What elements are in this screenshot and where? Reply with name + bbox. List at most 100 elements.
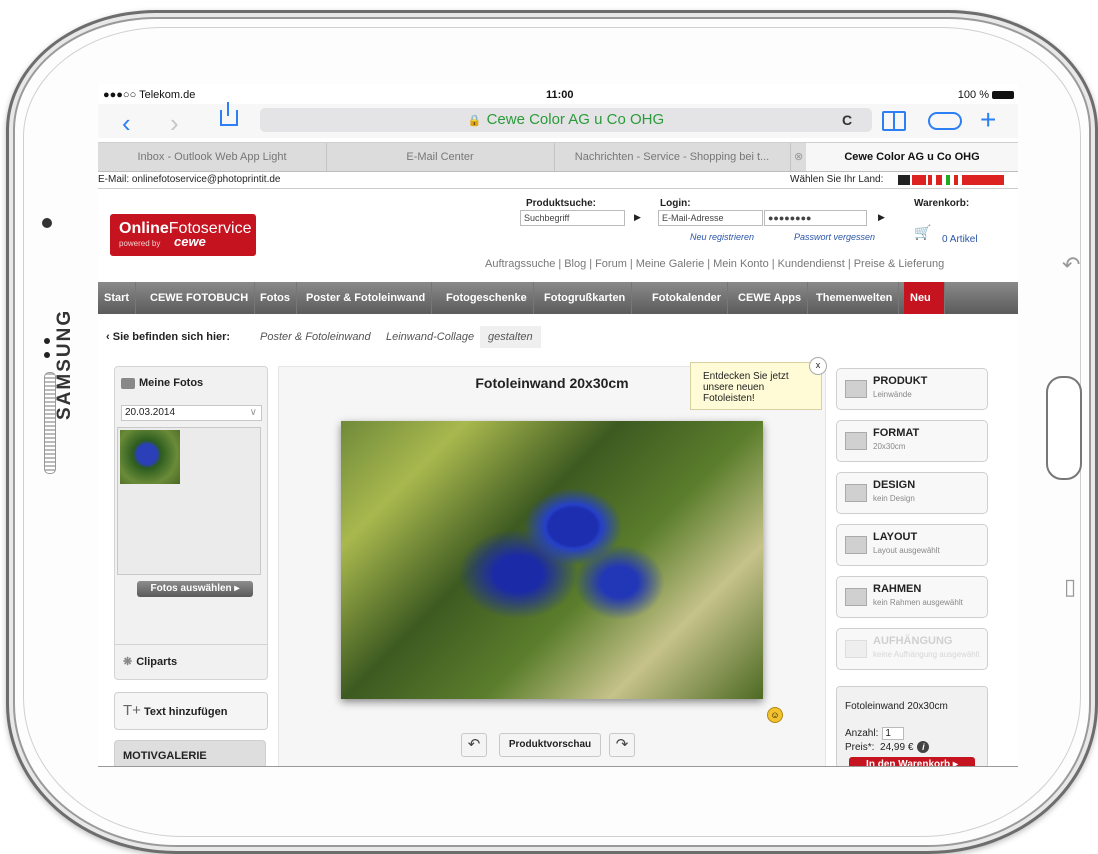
text-icon: T+ (123, 702, 141, 719)
top-line: E-Mail: onlinefotoservice@photoprintit.d… (98, 174, 1018, 189)
login-go-icon[interactable]: ▶ (878, 212, 885, 223)
close-icon[interactable]: x (809, 357, 827, 375)
option-aufhaengung: AUFHÄNGUNG keine Aufhängung ausgewählt (836, 628, 988, 670)
photo-thumbnails (117, 427, 261, 575)
quantity-field[interactable]: 1 (882, 727, 905, 740)
option-produkt[interactable]: PRODUKT Leinwände (836, 368, 988, 410)
link-kundendienst[interactable]: Kundendienst (778, 258, 845, 270)
search-input[interactable]: Suchbegriff (520, 210, 625, 226)
my-photos-header[interactable]: Meine Fotos (121, 377, 203, 389)
logo-powered: powered by (119, 239, 161, 248)
qty-label-text: Anzahl: (845, 728, 879, 739)
new-tab-icon[interactable]: + (980, 104, 996, 136)
quantity-row: Anzahl: 1 (845, 727, 905, 740)
option-title: RAHMEN (873, 583, 922, 595)
sensor (44, 338, 50, 344)
nav-apps[interactable]: CEWE Apps (732, 282, 809, 314)
tab-cewe[interactable]: Cewe Color AG u Co OHG (806, 143, 1018, 171)
logo-online: Online (119, 220, 169, 237)
my-photos-label: Meine Fotos (139, 377, 204, 389)
breadcrumb-gestalten: gestalten (480, 326, 541, 348)
motif-gallery[interactable]: MOTIVGALERIE (114, 740, 266, 766)
back-key-icon[interactable]: ↶ (1062, 252, 1080, 278)
layout-icon (845, 536, 867, 554)
option-sub: kein Design (873, 494, 915, 503)
option-sub: kein Rahmen ausgewählt (873, 598, 963, 607)
tab-outlook[interactable]: Inbox - Outlook Web App Light (98, 143, 327, 171)
nav-geschenke[interactable]: Fotogeschenke (440, 282, 534, 314)
site-logo[interactable]: OnlineFotoservice powered by cewe (110, 214, 256, 256)
price-label: Preis*: (845, 742, 875, 753)
nav-start[interactable]: Start (98, 282, 137, 314)
email-line[interactable]: E-Mail: onlinefotoservice@photoprintit.d… (98, 174, 280, 185)
link-galerie[interactable]: Meine Galerie (636, 258, 704, 270)
battery-percent: 100 % (957, 89, 989, 101)
undo-icon[interactable]: ↶ (461, 733, 487, 757)
link-auftragssuche[interactable]: Auftragssuche (485, 258, 555, 270)
email-field[interactable]: E-Mail-Adresse (658, 210, 763, 226)
option-format[interactable]: FORMAT 20x30cm (836, 420, 988, 462)
menu-key-icon[interactable]: ▯ (1064, 574, 1076, 600)
tab-email-center[interactable]: E-Mail Center (326, 143, 555, 171)
country-flags[interactable] (898, 175, 1004, 185)
nav-grusskarten[interactable]: Fotogrußkarten (538, 282, 633, 314)
carrier: ●●●○○ Telekom.de (103, 89, 196, 101)
nav-kalender[interactable]: Fotokalender (646, 282, 729, 314)
home-button[interactable] (1046, 376, 1082, 480)
link-konto[interactable]: Mein Konto (713, 258, 769, 270)
logo-cewe: cewe (174, 234, 206, 249)
search-go-icon[interactable]: ▶ (634, 212, 641, 223)
login-label: Login: (660, 198, 691, 209)
select-photos-button[interactable]: Fotos auswählen ▸ (137, 581, 253, 597)
link-forum[interactable]: Forum (595, 258, 627, 270)
register-link[interactable]: Neu registrieren (690, 232, 754, 242)
cart-icon[interactable]: 🛒 (914, 224, 931, 241)
cart-count[interactable]: 0 Artikel (942, 234, 978, 245)
reload-icon[interactable]: C (842, 112, 852, 128)
preview-button[interactable]: Produktvorschau (499, 733, 601, 757)
battery-icon (992, 91, 1014, 100)
breadcrumb-collage[interactable]: Leinwand-Collage (386, 326, 474, 348)
link-blog[interactable]: Blog (564, 258, 586, 270)
add-text-button[interactable]: T+ Text hinzufügen (114, 692, 268, 730)
option-title: PRODUKT (873, 375, 928, 387)
photo-thumbnail[interactable] (120, 430, 180, 484)
nav-fotos[interactable]: Fotos (254, 282, 297, 314)
nav-neu[interactable]: Neu (904, 282, 945, 314)
screen: ●●●○○ Telekom.de 11:00 100 % ‹ › 🔒 Cewe C… (98, 84, 1018, 767)
bookmarks-icon[interactable] (882, 111, 906, 131)
address-text: Cewe Color AG u Co OHG (486, 111, 665, 128)
order-box: Fotoleinwand 20x30cm Anzahl: 1 Preis*: 24… (836, 686, 988, 767)
info-icon[interactable]: i (917, 741, 930, 753)
redo-icon[interactable]: ↷ (609, 733, 635, 757)
status-bar: ●●●○○ Telekom.de 11:00 100 % (98, 84, 1018, 104)
cloud-icon[interactable] (928, 112, 962, 130)
link-preise[interactable]: Preise & Lieferung (854, 258, 945, 270)
nav-fotobuch[interactable]: CEWE FOTOBUCH (144, 282, 256, 314)
date-select[interactable]: 20.03.2014 ∨ (121, 405, 262, 421)
option-rahmen[interactable]: RAHMEN kein Rahmen ausgewählt (836, 576, 988, 618)
smiley-icon[interactable]: ☺ (767, 707, 783, 723)
canvas-photo[interactable] (341, 421, 763, 699)
add-text-label: Text hinzufügen (143, 706, 228, 718)
address-bar[interactable]: 🔒 Cewe Color AG u Co OHG (260, 108, 872, 132)
forward-icon[interactable]: › (170, 108, 179, 139)
nav-poster[interactable]: Poster & Fotoleinwand (300, 282, 433, 314)
option-design[interactable]: DESIGN kein Design (836, 472, 988, 514)
battery: 100 % (958, 89, 1014, 101)
forgot-password-link[interactable]: Passwort vergessen (794, 232, 875, 242)
cliparts-section[interactable]: ❋ Cliparts (114, 644, 268, 680)
add-to-cart-button[interactable]: In den Warenkorb ▸ (849, 757, 975, 767)
breadcrumb-poster[interactable]: Poster & Fotoleinwand (260, 326, 371, 348)
date-value: 20.03.2014 (125, 407, 176, 418)
share-icon[interactable] (220, 102, 238, 126)
password-field[interactable]: ●●●●●●●● (764, 210, 867, 226)
add-to-cart-label: In den Warenkorb (866, 759, 951, 767)
tab-nachrichten[interactable]: Nachrichten - Service - Shopping bei t..… (554, 143, 791, 171)
back-icon[interactable]: ‹ (122, 108, 131, 139)
product-icon (845, 380, 867, 398)
option-title: LAYOUT (873, 531, 918, 543)
option-layout[interactable]: LAYOUT Layout ausgewählt (836, 524, 988, 566)
nav-themenwelten[interactable]: Themenwelten (810, 282, 900, 314)
close-tab-icon[interactable]: ⊗ (794, 143, 803, 171)
